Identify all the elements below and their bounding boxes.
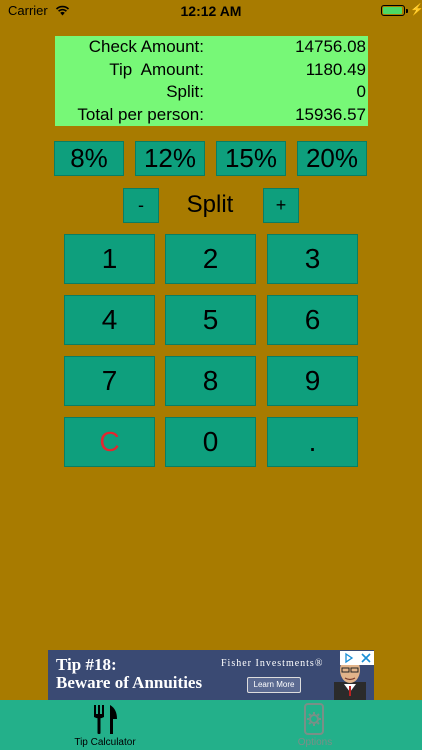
clear-key[interactable]: C <box>64 417 155 467</box>
key-0[interactable]: 0 <box>165 417 256 467</box>
key-8[interactable]: 8 <box>165 356 256 406</box>
split-row: Split: 0 <box>55 81 368 103</box>
ad-choices-icon[interactable] <box>340 651 374 665</box>
tip-15-button[interactable]: 15% <box>216 141 286 176</box>
key-6[interactable]: 6 <box>267 295 358 345</box>
check-amount-value: 14756.08 <box>295 37 366 56</box>
tab-bar: Tip Calculator Options <box>0 700 422 750</box>
tab-tip-calculator[interactable]: Tip Calculator <box>45 700 165 750</box>
battery-icon <box>381 5 408 16</box>
tab-tip-calculator-label: Tip Calculator <box>74 737 136 748</box>
key-2[interactable]: 2 <box>165 234 256 284</box>
split-decrement-button[interactable]: - <box>123 188 159 223</box>
tip-amount-value: 1180.49 <box>305 60 366 79</box>
key-5[interactable]: 5 <box>165 295 256 345</box>
decimal-key[interactable]: . <box>267 417 358 467</box>
ad-title-line1: Tip #18: <box>56 655 117 674</box>
key-9[interactable]: 9 <box>267 356 358 406</box>
tip-20-button[interactable]: 20% <box>297 141 367 176</box>
total-per-person-label: Total per person: <box>77 105 204 124</box>
split-label: Split <box>186 191 234 218</box>
key-1[interactable]: 1 <box>64 234 155 284</box>
total-per-person-value: 15936.57 <box>295 105 366 124</box>
key-7[interactable]: 7 <box>64 356 155 406</box>
tip-amount-row: Tip Amount: 1180.49 <box>55 59 368 81</box>
tip-12-button[interactable]: 12% <box>135 141 205 176</box>
tip-amount-label: Tip Amount: <box>109 60 204 79</box>
key-4[interactable]: 4 <box>64 295 155 345</box>
ad-title: Tip #18: Beware of Annuities <box>56 656 202 692</box>
ad-learn-more-button[interactable]: Learn More <box>247 677 301 693</box>
check-amount-row: Check Amount: 14756.08 <box>55 36 368 58</box>
phone-gear-icon <box>304 703 324 735</box>
key-3[interactable]: 3 <box>267 234 358 284</box>
split-increment-button[interactable]: + <box>263 188 299 223</box>
split-count-label: Split: <box>166 82 204 101</box>
check-amount-label: Check Amount: <box>88 37 204 56</box>
ad-title-line2: Beware of Annuities <box>56 673 203 692</box>
ad-brand: Fisher Investments® <box>221 658 324 669</box>
total-per-person-row: Total per person: 15936.57 <box>55 104 368 126</box>
split-count-value: 0 <box>356 82 366 101</box>
tab-options[interactable]: Options <box>255 700 375 750</box>
tab-options-label: Options <box>297 737 333 748</box>
status-bar: Carrier 12:12 AM ⚡ <box>0 0 422 22</box>
fork-knife-icon <box>94 705 117 734</box>
tip-8-button[interactable]: 8% <box>54 141 124 176</box>
ad-banner[interactable]: Tip #18: Beware of Annuities Fisher Inve… <box>48 650 374 700</box>
clock: 12:12 AM <box>180 3 242 19</box>
charging-icon: ⚡ <box>410 4 422 16</box>
summary-panel: Check Amount: 14756.08 Tip Amount: 1180.… <box>55 36 368 126</box>
